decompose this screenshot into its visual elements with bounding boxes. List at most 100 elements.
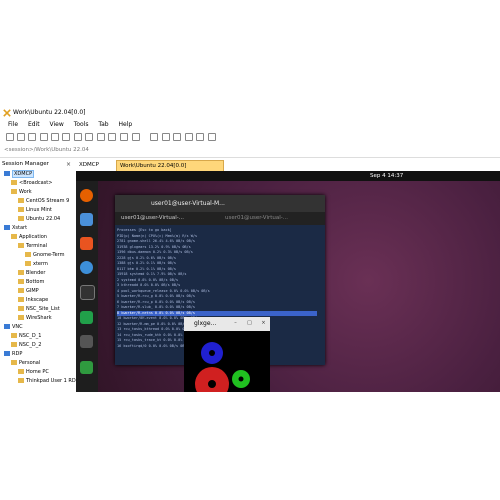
minimize-icon[interactable]: – (232, 320, 239, 327)
tree-item-label: Blender (26, 270, 46, 276)
tree-item[interactable]: NSC_D_2 (11, 341, 41, 349)
open-icon[interactable] (17, 133, 25, 141)
tree-item-label: NSC_D_2 (19, 342, 42, 348)
tree-item[interactable]: VNC (4, 323, 23, 331)
menu-edit[interactable]: Edit (28, 121, 40, 128)
process-row[interactable]: 31938 glxgears 13.2% 0.9% 0B/s 0B/s (117, 245, 191, 250)
delete-icon[interactable] (74, 133, 82, 141)
tree-item[interactable]: Ubuntu 22.04 (18, 215, 60, 223)
tree-item-label: RDP (12, 351, 23, 357)
tree-item[interactable]: Personal (11, 359, 40, 367)
tree-item[interactable]: WireShark (18, 314, 52, 322)
terminal-tabs: user01@user-Virtual-... user01@user-Virt… (115, 212, 325, 225)
toolbar (0, 131, 500, 143)
menu-tab[interactable]: Tab (98, 121, 108, 128)
firefox-icon[interactable] (80, 189, 93, 202)
red-gear (195, 367, 229, 392)
pycharm-icon[interactable] (80, 311, 93, 324)
menu-tools[interactable]: Tools (74, 121, 89, 128)
layout-icon[interactable] (173, 133, 181, 141)
connect-session-icon[interactable] (150, 133, 158, 141)
tree-item[interactable]: Linux Mint (18, 206, 52, 214)
glxgears-header: glxge... – □ × (184, 317, 270, 331)
process-row[interactable]: 6 kworker/R-rcu_p 0.0% 0.0% 0B/s 0B/s (117, 300, 195, 305)
process-row[interactable]: 5 kworker/R-rcu_g 0.0% 0.0% 0B/s 0B/s (117, 294, 195, 299)
settings-icon[interactable] (108, 133, 116, 141)
save-icon[interactable] (28, 133, 36, 141)
process-row[interactable]: 8117 btm 0.2% 0.1% 0B/s 0B/s (117, 267, 176, 272)
tab-xdmcp[interactable]: XDMCP (76, 160, 112, 171)
process-row[interactable]: 3 kthreadd 0.0% 0.0% 0B/s 0B/s (117, 283, 180, 288)
tree-item[interactable]: CentOS Stream 9 (18, 197, 69, 205)
tree-item[interactable]: Application (11, 233, 47, 241)
folder-icon (11, 180, 17, 185)
new-session-icon[interactable] (6, 133, 14, 141)
close-icon[interactable]: × (260, 320, 267, 327)
terminal-icon[interactable] (80, 285, 95, 300)
folder-icon (18, 216, 24, 221)
tree-item[interactable]: Thinkpad User 1 RDP (18, 377, 79, 385)
process-row[interactable]: 2228 gjs 0.2% 0.6% 0B/s 0B/s (117, 256, 176, 261)
folder-icon (18, 288, 24, 293)
screen-icon[interactable] (196, 133, 204, 141)
gear-icon[interactable] (120, 133, 128, 141)
paste-icon[interactable] (62, 133, 70, 141)
software-icon[interactable] (80, 237, 93, 250)
blue-gear (201, 342, 223, 364)
help-icon[interactable] (80, 261, 93, 274)
process-row[interactable]: 1396 dbus-daemon 0.2% 0.3% 0B/s 0B/s (117, 250, 193, 255)
tree-item-label: Linux Mint (26, 207, 52, 213)
process-row[interactable]: 4 pool_workqueue_release 0.0% 0.0% 0B/s … (117, 289, 210, 294)
process-row[interactable]: 15918 systemd 0.1% 7.9% 0B/s 0B/s (117, 272, 187, 277)
tree-item[interactable]: <Broadcast> (11, 179, 52, 187)
refresh-icon[interactable] (162, 133, 170, 141)
process-row[interactable]: 1388 gjs 0.2% 0.1% 0B/s 0B/s (117, 261, 176, 266)
glxgears-icon[interactable] (80, 335, 93, 348)
glxgears-window[interactable]: glxge... – □ × (184, 317, 270, 392)
process-row[interactable]: 2 systemd 0.0% 0.0% 0B/s 0B/s (117, 278, 178, 283)
maximize-icon[interactable]: □ (246, 320, 253, 327)
properties-icon[interactable] (85, 133, 93, 141)
process-row[interactable]: Processes [Esc to go back] (117, 228, 172, 233)
tree-item[interactable]: Gnome-Term (25, 251, 65, 259)
tree-item[interactable]: XDMCP (4, 170, 35, 178)
address-bar[interactable]: <session>/Work\Ubuntu 22.04 (4, 145, 304, 155)
close-icon[interactable]: × (66, 160, 71, 169)
tree-item[interactable]: Terminal (18, 242, 47, 250)
tree-item[interactable]: Xstart (4, 224, 27, 232)
tree-item[interactable]: GIMP (18, 287, 39, 295)
menu-view[interactable]: View (50, 121, 64, 128)
tree-item[interactable]: Home PC (18, 368, 49, 376)
folder-icon (4, 225, 10, 230)
tree-item[interactable]: Work (11, 188, 32, 196)
window-icon[interactable] (185, 133, 193, 141)
copy-icon[interactable] (51, 133, 59, 141)
process-row[interactable]: 7 kworker/R-slub_ 0.0% 0.0% 0B/s 0B/s (117, 305, 195, 310)
keyboard-icon[interactable] (208, 133, 216, 141)
folder-icon (4, 351, 10, 356)
terminal-header: user01@user-Virtual-M... (115, 195, 325, 212)
glxgears-title: glxge... (194, 320, 217, 327)
menu-file[interactable]: File (8, 121, 18, 128)
trash-icon[interactable] (80, 361, 93, 374)
help-icon[interactable] (132, 133, 140, 141)
tree-item-label: Gnome-Term (33, 252, 65, 258)
files-icon[interactable] (80, 213, 93, 226)
terminal-tab-1[interactable]: user01@user-Virtual-... (121, 212, 184, 225)
connect-icon[interactable] (97, 133, 105, 141)
menu-help[interactable]: Help (118, 121, 132, 128)
tree-item[interactable]: Blender (18, 269, 45, 277)
cut-icon[interactable] (40, 133, 48, 141)
tree-item[interactable]: RDP (4, 350, 22, 358)
tree-item[interactable]: NSC_D_1 (11, 332, 41, 340)
tree-item[interactable]: NSC_Site_List (18, 305, 60, 313)
process-row[interactable]: 8 kworker/R-netns 0.0% 0.0% 0B/s 0B/s (117, 310, 317, 316)
tree-item[interactable]: Bottom (18, 278, 44, 286)
tree-item[interactable]: xterm (25, 260, 48, 268)
process-row[interactable]: PID(p) Name(n) CPU%(c) Mem%(m) R/s W/s (117, 234, 197, 239)
terminal-tab-2[interactable]: user01@user-Virtual-... (225, 212, 288, 225)
process-row[interactable]: 16 ksoftirqd/0 0.0% 0.0% 0B/s 0B/s (117, 344, 189, 349)
process-row[interactable]: 2781 gnome-shell 26.4% 4.6% 0B/s 0B/s (117, 239, 195, 244)
tree-item[interactable]: Inkscape (18, 296, 48, 304)
tree-item-label: xterm (33, 261, 48, 267)
